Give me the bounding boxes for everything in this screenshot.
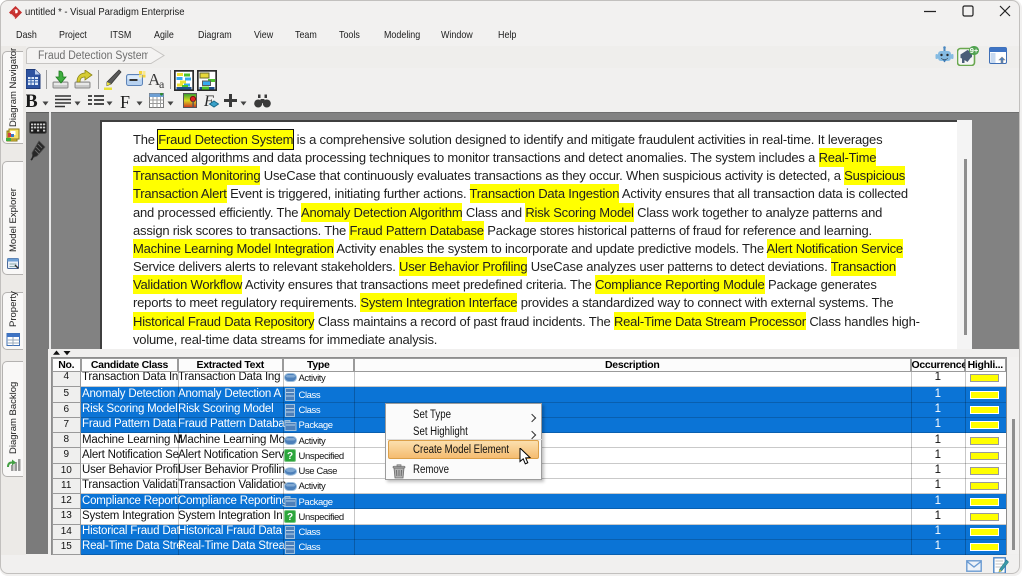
svg-text:?: ? [287,451,293,462]
svg-text:?: ? [287,512,293,523]
svg-text:a: a [159,77,165,89]
svg-text:F: F [203,93,214,109]
svg-text:9+: 9+ [970,46,979,55]
